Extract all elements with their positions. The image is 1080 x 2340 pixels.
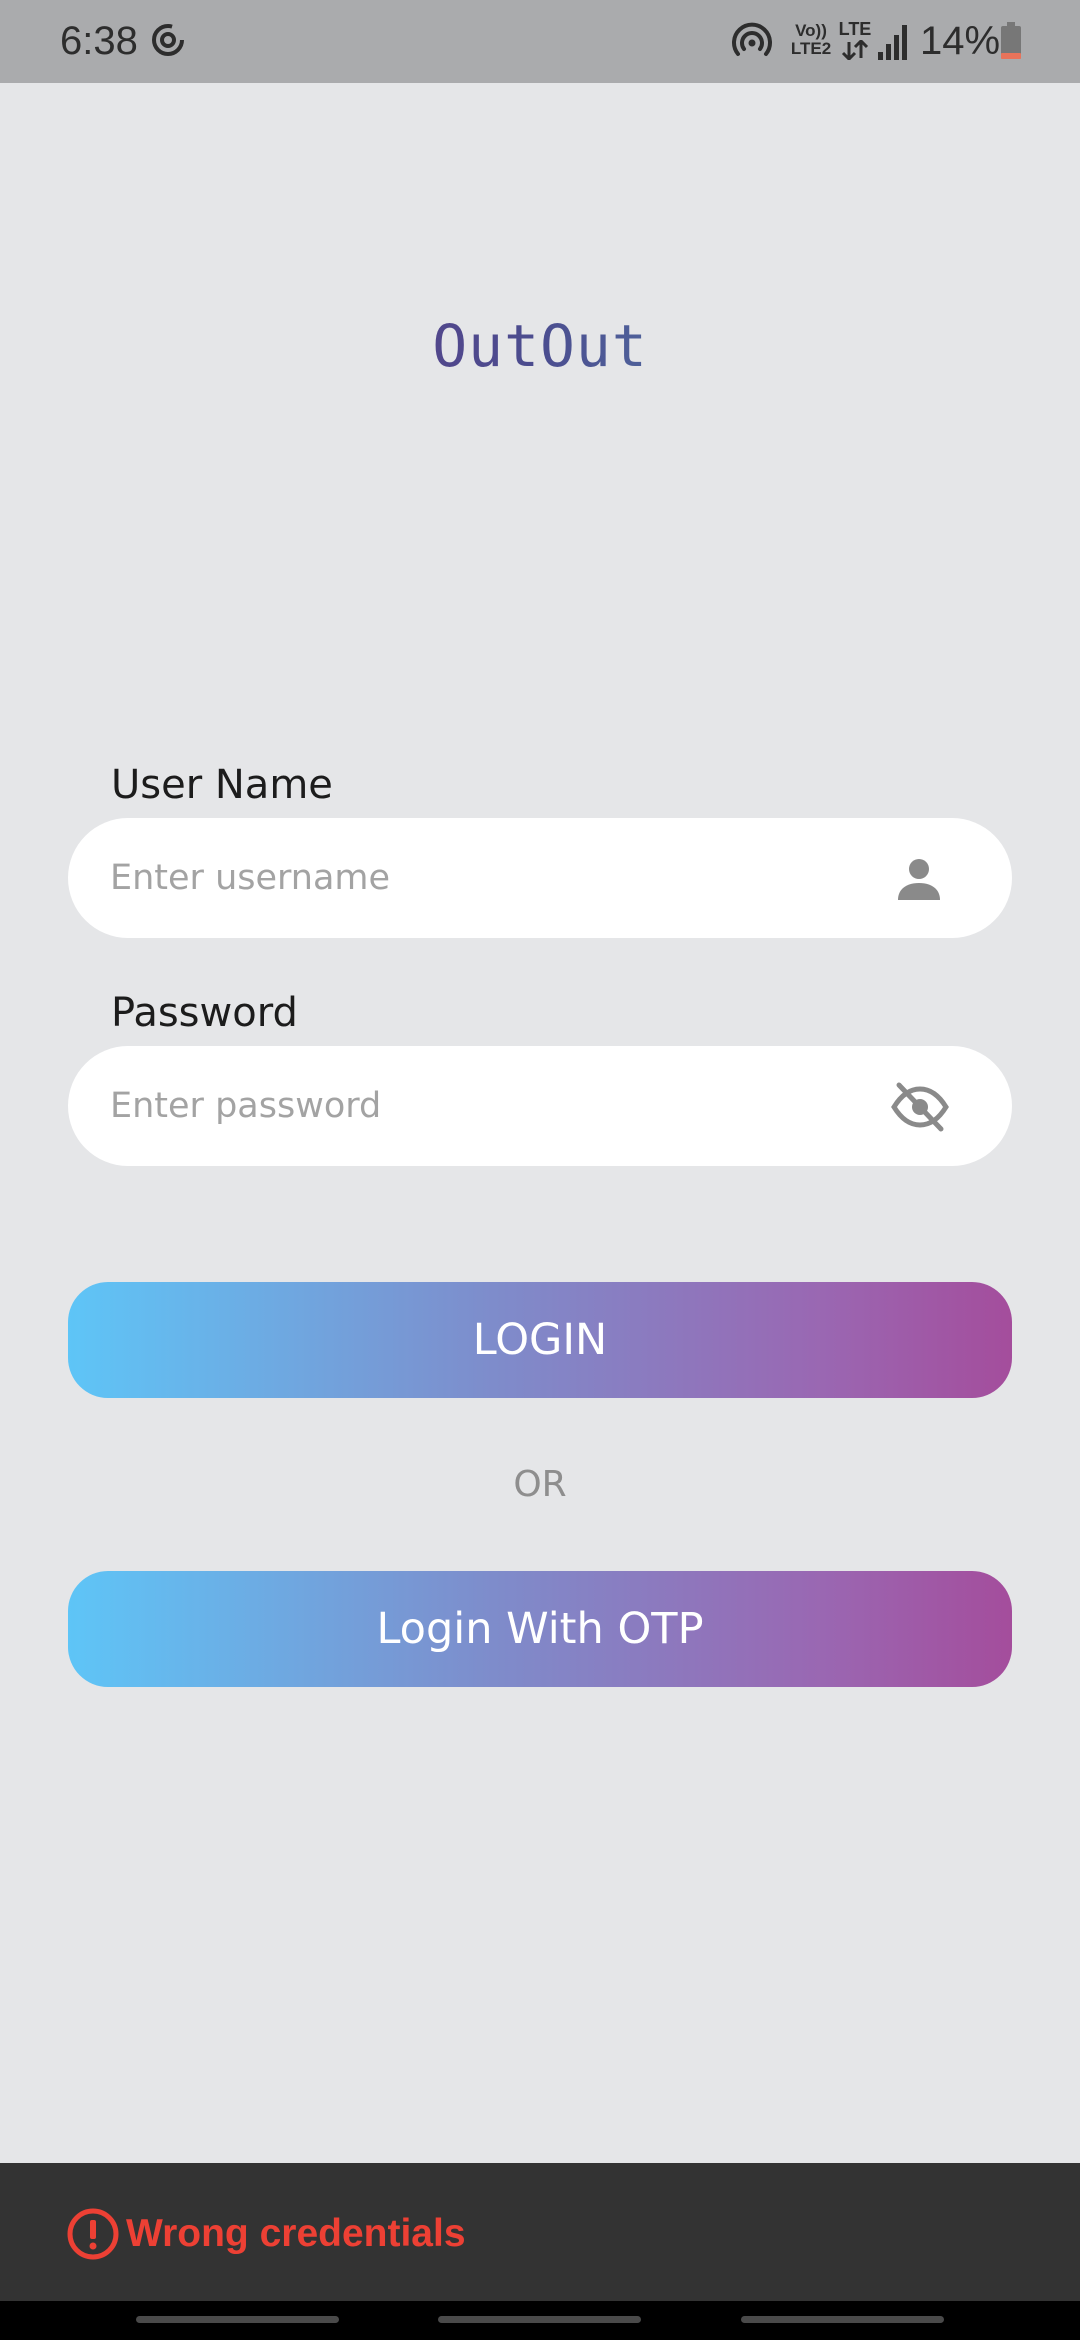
- app-logo: OutOut: [0, 306, 1080, 386]
- password-input[interactable]: [110, 1046, 890, 1166]
- username-input[interactable]: [110, 818, 890, 938]
- volte-indicator: Vo)) LTE2: [788, 22, 834, 58]
- status-time: 6:38: [60, 19, 138, 63]
- battery-percent: 14%: [920, 19, 1001, 63]
- password-label: Password: [111, 990, 298, 1036]
- lte-indicator: LTE: [838, 19, 872, 39]
- status-bar: 6:38 Vo)) LTE2 LTE 14%: [0, 0, 1080, 83]
- or-divider: OR: [513, 1464, 567, 1505]
- hotspot-icon: [732, 22, 772, 56]
- nav-home-handle[interactable]: [438, 2316, 641, 2323]
- signal-icon: [878, 25, 907, 60]
- nav-recents-handle[interactable]: [136, 2316, 339, 2323]
- username-label: User Name: [111, 762, 333, 808]
- battery-icon: [1001, 22, 1021, 59]
- volte-line1: Vo)): [795, 21, 827, 40]
- volte-line2: LTE2: [790, 39, 832, 58]
- person-icon: [898, 859, 940, 900]
- nav-back-handle[interactable]: [741, 2316, 944, 2323]
- error-icon: [67, 2208, 119, 2260]
- system-nav-bar: [0, 2301, 1080, 2340]
- username-field[interactable]: [68, 818, 1012, 938]
- lte-arrows-icon: [841, 40, 869, 60]
- login-button[interactable]: LOGIN: [68, 1282, 1012, 1398]
- eye-off-icon[interactable]: [890, 1082, 950, 1132]
- sync-icon: [152, 24, 184, 56]
- login-with-otp-button[interactable]: Login With OTP: [68, 1571, 1012, 1687]
- error-snackbar: Wrong credentials: [0, 2163, 1080, 2301]
- password-field[interactable]: [68, 1046, 1012, 1166]
- snackbar-message: Wrong credentials: [126, 2212, 466, 2255]
